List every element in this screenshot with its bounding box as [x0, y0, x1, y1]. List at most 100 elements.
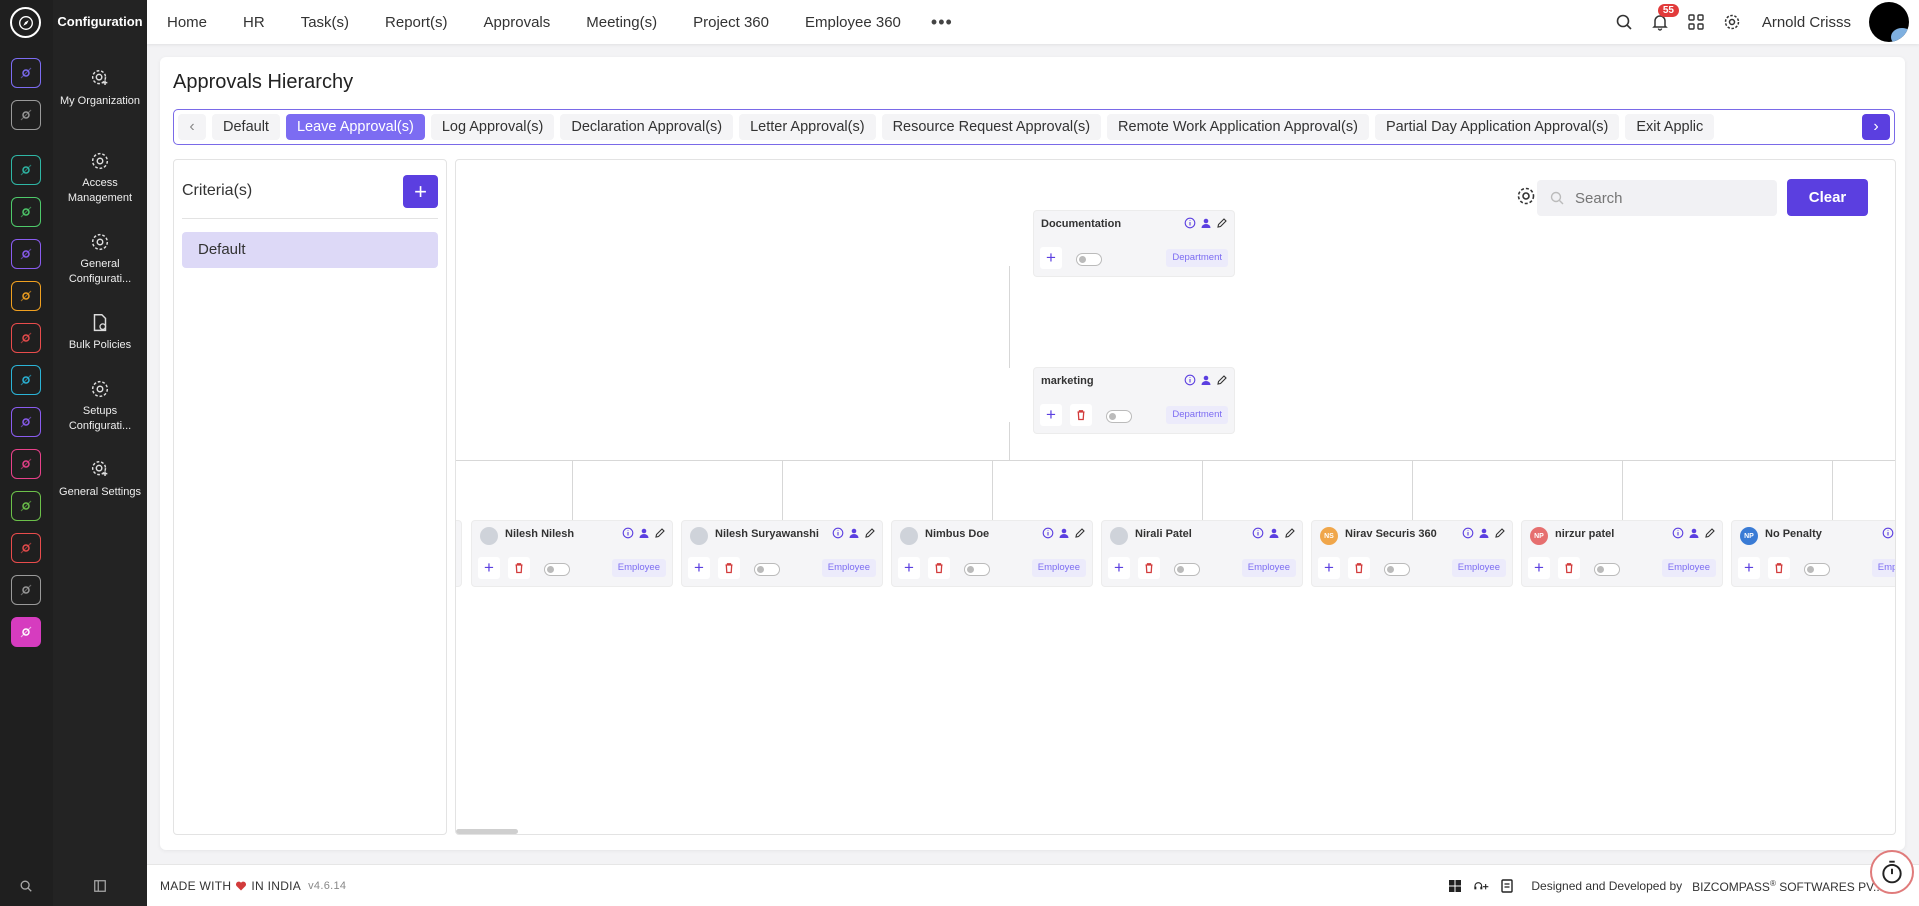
clear-button[interactable]: Clear	[1787, 179, 1868, 216]
timer-button[interactable]	[1870, 850, 1914, 894]
document-icon[interactable]	[11, 491, 41, 521]
nav-item-home[interactable]: Home	[167, 14, 207, 31]
delete-node-button[interactable]	[1138, 557, 1160, 579]
employee-node[interactable]: Nilesh Nilesh + Employee	[471, 520, 673, 587]
nav-item-approvals[interactable]: Approvals	[484, 14, 551, 31]
building-icon[interactable]	[11, 575, 41, 605]
info-icon[interactable]	[1184, 217, 1196, 229]
edit-icon[interactable]	[1074, 527, 1086, 539]
delete-node-button[interactable]	[718, 557, 740, 579]
briefcase-icon[interactable]	[11, 239, 41, 269]
module-bulk-policies[interactable]: Bulk Policies	[53, 312, 147, 353]
department-node-marketing[interactable]: marketing + Department	[1033, 367, 1235, 434]
add-node-button[interactable]: +	[1040, 247, 1062, 269]
windows-icon[interactable]	[1447, 878, 1463, 894]
collapse-panel-icon[interactable]	[91, 877, 109, 895]
plane-icon[interactable]	[11, 407, 41, 437]
module-general-settings[interactable]: General Settings	[53, 459, 147, 500]
tab-leave-approval-s[interactable]: Leave Approval(s)	[285, 114, 425, 140]
nav-item-project-360[interactable]: Project 360	[693, 14, 769, 31]
status-toggle[interactable]	[1174, 563, 1200, 576]
tabs-prev-button[interactable]: ‹	[178, 114, 206, 140]
info-icon[interactable]	[1252, 527, 1264, 539]
status-toggle[interactable]	[1594, 563, 1620, 576]
status-toggle[interactable]	[1106, 410, 1132, 423]
employee-node-partial[interactable]	[456, 520, 462, 587]
module-setups-configuration[interactable]: Setups Configurati...	[53, 378, 147, 434]
info-icon[interactable]	[832, 527, 844, 539]
edit-icon[interactable]	[1704, 527, 1716, 539]
delete-node-button[interactable]	[1348, 557, 1370, 579]
delete-node-button[interactable]	[508, 557, 530, 579]
search-icon[interactable]	[1614, 12, 1634, 32]
add-node-button[interactable]: +	[478, 557, 500, 579]
status-toggle[interactable]	[964, 563, 990, 576]
user-name[interactable]: Arnold Crisss	[1762, 14, 1851, 31]
status-toggle[interactable]	[754, 563, 780, 576]
tab-declaration-approval-s[interactable]: Declaration Approval(s)	[560, 114, 734, 140]
monitor-icon[interactable]	[11, 449, 41, 479]
apps-grid-icon[interactable]	[1686, 12, 1706, 32]
compass-logo-icon[interactable]	[10, 7, 41, 38]
tab-log-approval-s[interactable]: Log Approval(s)	[430, 114, 555, 140]
employee-node[interactable]: NP No Penalty + Employee	[1731, 520, 1895, 587]
employee-node[interactable]: NP nirzur patel + Employee	[1521, 520, 1723, 587]
department-node-documentation[interactable]: Documentation + Department	[1033, 210, 1235, 277]
more-menu-icon[interactable]: •••	[931, 12, 953, 33]
gear-icon[interactable]	[1722, 12, 1742, 32]
edit-icon[interactable]	[1284, 527, 1296, 539]
search-icon[interactable]	[17, 877, 35, 895]
user-icon[interactable]	[1478, 527, 1490, 539]
edit-icon[interactable]	[1216, 217, 1228, 229]
nav-item-employee-360[interactable]: Employee 360	[805, 14, 901, 31]
settings-icon[interactable]	[11, 617, 41, 647]
add-node-button[interactable]: +	[1318, 557, 1340, 579]
employee-node[interactable]: Nilesh Suryawanshi + Employee	[681, 520, 883, 587]
delete-node-button[interactable]	[1768, 557, 1790, 579]
user-icon[interactable]	[1688, 527, 1700, 539]
add-node-button[interactable]: +	[1528, 557, 1550, 579]
tab-letter-approval-s[interactable]: Letter Approval(s)	[739, 114, 876, 140]
info-icon[interactable]	[1042, 527, 1054, 539]
pin-icon[interactable]	[11, 100, 41, 130]
user-icon[interactable]	[638, 527, 650, 539]
nav-item-meeting-s[interactable]: Meeting(s)	[586, 14, 657, 31]
delete-node-button[interactable]	[1558, 557, 1580, 579]
hierarchy-canvas[interactable]: Clear Documentation + Department marketi…	[455, 159, 1896, 835]
add-criteria-button[interactable]: +	[403, 175, 438, 208]
tab-partial-day-application-approval-s[interactable]: Partial Day Application Approval(s)	[1374, 114, 1620, 140]
info-icon[interactable]	[1462, 527, 1474, 539]
edit-icon[interactable]	[654, 527, 666, 539]
tab-resource-request-approval-s[interactable]: Resource Request Approval(s)	[881, 114, 1102, 140]
delete-node-button[interactable]	[1070, 404, 1092, 426]
criteria-item-default[interactable]: Default	[182, 232, 438, 268]
nav-item-report-s[interactable]: Report(s)	[385, 14, 448, 31]
delete-node-button[interactable]	[928, 557, 950, 579]
edit-icon[interactable]	[864, 527, 876, 539]
user-icon[interactable]	[848, 527, 860, 539]
coins-icon[interactable]	[11, 281, 41, 311]
tab-default[interactable]: Default	[212, 114, 280, 140]
board-icon[interactable]	[11, 365, 41, 395]
add-node-button[interactable]: +	[1738, 557, 1760, 579]
horizontal-scrollbar[interactable]	[456, 829, 518, 834]
info-icon[interactable]	[622, 527, 634, 539]
gear-icon[interactable]	[1516, 186, 1536, 206]
tab-exit-applic[interactable]: Exit Applic	[1625, 114, 1715, 140]
module-my-organization[interactable]: My Organization	[53, 68, 147, 109]
edit-icon[interactable]	[1494, 527, 1506, 539]
nav-item-hr[interactable]: HR	[243, 14, 265, 31]
nav-item-task-s[interactable]: Task(s)	[301, 14, 349, 31]
status-toggle[interactable]	[1384, 563, 1410, 576]
home-icon[interactable]	[11, 58, 41, 88]
add-node-button[interactable]: +	[898, 557, 920, 579]
status-toggle[interactable]	[544, 563, 570, 576]
report-icon[interactable]	[1499, 878, 1515, 894]
module-general-configuration[interactable]: General Configurati...	[53, 231, 147, 287]
info-icon[interactable]	[1882, 527, 1894, 539]
team-icon[interactable]	[11, 155, 41, 185]
info-icon[interactable]	[1184, 374, 1196, 386]
user-icon[interactable]	[1268, 527, 1280, 539]
user-avatar[interactable]	[1869, 2, 1909, 42]
employee-node[interactable]: Nimbus Doe + Employee	[891, 520, 1093, 587]
